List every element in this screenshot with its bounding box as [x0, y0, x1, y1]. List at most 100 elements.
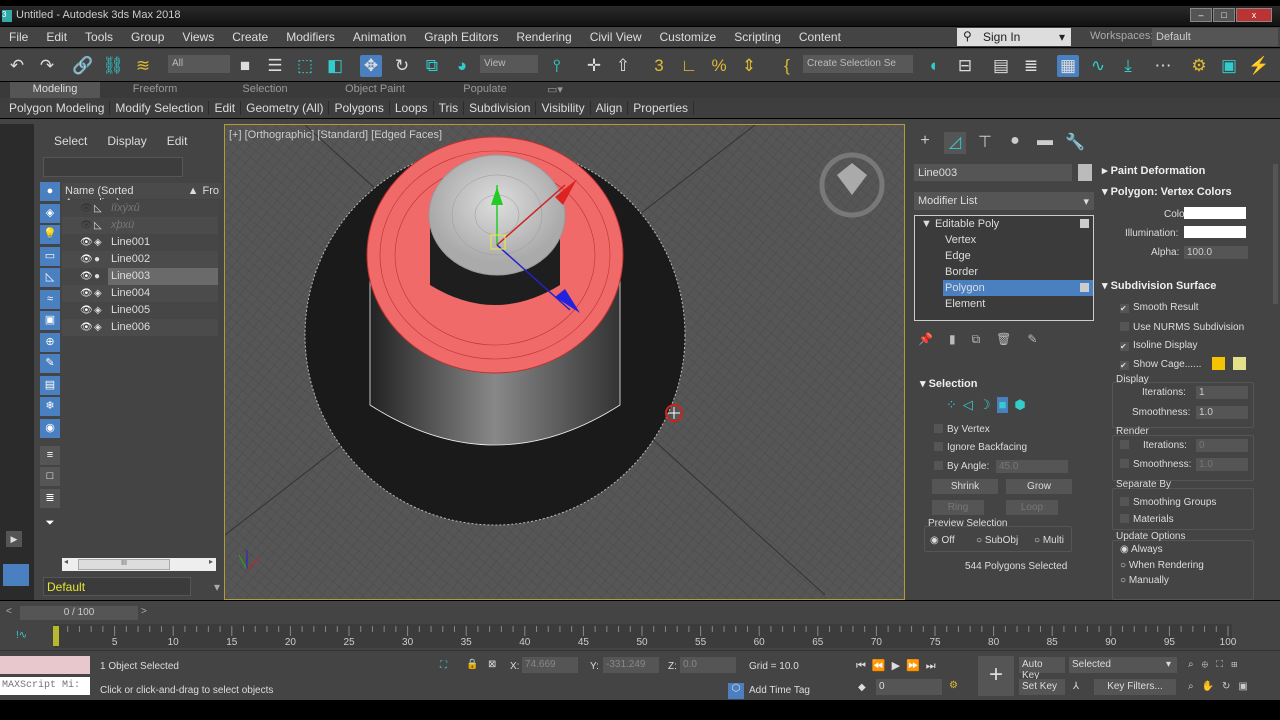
- select-by-name-icon[interactable]: ☰: [264, 55, 286, 77]
- shrink-button[interactable]: Shrink: [932, 479, 998, 494]
- explorer-search-input[interactable]: [43, 157, 183, 177]
- unlink-icon[interactable]: ⛓: [102, 55, 124, 77]
- smoothing-groups-checkbox[interactable]: Smoothing Groups: [1120, 497, 1216, 508]
- viewport-layout-tab[interactable]: [0, 561, 32, 589]
- scene-object-row[interactable]: 👁 ● Line002: [62, 251, 218, 268]
- selection-rollout-header[interactable]: ▾ Selection: [920, 377, 977, 390]
- isolate-selection-icon[interactable]: ⛶: [440, 660, 447, 671]
- display-smoothness-spinner[interactable]: 1.0: [1196, 406, 1248, 419]
- stack-item-edge[interactable]: Edge: [915, 248, 1093, 264]
- menu-modifiers[interactable]: Modifiers: [277, 30, 344, 44]
- tab-freeform[interactable]: Freeform: [100, 82, 210, 98]
- default-in-out-tangents-icon[interactable]: ⅄: [1073, 681, 1079, 692]
- visibility-eye-icon[interactable]: 👁: [80, 288, 94, 299]
- rendered-frame-window-icon[interactable]: ▣: [1218, 55, 1240, 77]
- preview-multi-radio[interactable]: ○ Multi: [1034, 535, 1064, 546]
- scene-object-row[interactable]: 👁 ● Line003: [62, 268, 218, 285]
- panel-align[interactable]: Align: [591, 101, 629, 115]
- snaps-toggle-icon[interactable]: 3: [648, 55, 670, 77]
- containers-filter-icon[interactable]: ▤: [40, 375, 60, 395]
- invert-display-icon[interactable]: ≣: [40, 488, 60, 508]
- absolute-mode-icon[interactable]: ⊠: [488, 659, 496, 670]
- display-tab-icon[interactable]: ▬: [1034, 132, 1056, 154]
- align-icon[interactable]: ⊟: [954, 55, 976, 77]
- cameras-filter-icon[interactable]: ▭: [40, 246, 60, 266]
- by-angle-checkbox[interactable]: By Angle:: [934, 461, 989, 472]
- helpers-filter-icon[interactable]: ◺: [40, 268, 60, 287]
- show-end-result-icon[interactable]: ▮: [949, 332, 956, 347]
- object-color-swatch[interactable]: [1078, 164, 1092, 181]
- command-panel-scrollbar[interactable]: [1273, 164, 1278, 304]
- panel-visibility[interactable]: Visibility: [536, 101, 591, 115]
- key-mode-icon[interactable]: ◆: [858, 682, 866, 693]
- materials-checkbox[interactable]: Materials: [1120, 514, 1174, 525]
- minimize-button[interactable]: –: [1190, 8, 1212, 22]
- modify-tab-icon[interactable]: ◿: [944, 132, 966, 154]
- toggle-ribbon-icon[interactable]: ▦: [1057, 55, 1079, 77]
- object-name-input[interactable]: Line003: [914, 164, 1072, 181]
- geometry-filter-icon[interactable]: ●: [40, 182, 60, 201]
- render-iterations-checkbox[interactable]: Iterations:: [1120, 440, 1187, 451]
- viewport-nav-zoom-icons[interactable]: ⌕⊕⛶⊞: [1188, 659, 1245, 670]
- menu-civil-view[interactable]: Civil View: [581, 30, 651, 44]
- by-vertex-checkbox[interactable]: By Vertex: [934, 424, 990, 435]
- named-selection-dropdown[interactable]: Create Selection Se: [803, 55, 913, 73]
- panel-modify-selection[interactable]: Modify Selection: [110, 101, 210, 115]
- color-swatch[interactable]: [1184, 207, 1246, 219]
- z-coordinate-field[interactable]: 0.0: [680, 657, 736, 673]
- panel-subdivision[interactable]: Subdivision: [464, 101, 537, 115]
- panel-tris[interactable]: Tris: [434, 101, 465, 115]
- viewport-nav-pan-icons[interactable]: ⌕✋↻▣: [1188, 681, 1256, 692]
- menu-graph-editors[interactable]: Graph Editors: [415, 30, 507, 44]
- show-cage-checkbox[interactable]: ✔ Show Cage......: [1120, 359, 1201, 370]
- ring-button[interactable]: Ring: [932, 500, 984, 515]
- border-mode-icon[interactable]: ☽: [979, 397, 991, 413]
- bind-space-warp-icon[interactable]: ≋: [132, 55, 154, 77]
- tab-selection[interactable]: Selection: [210, 82, 320, 98]
- time-tag-icon[interactable]: ⬡: [728, 683, 744, 699]
- add-time-tag-button[interactable]: Add Time Tag: [749, 685, 810, 696]
- scroll-thumb[interactable]: III: [78, 559, 170, 570]
- selection-filter-dropdown[interactable]: All: [168, 55, 230, 73]
- render-production-icon[interactable]: ⚡: [1248, 55, 1270, 77]
- element-mode-icon[interactable]: ⬢: [1014, 397, 1025, 413]
- remove-modifier-icon[interactable]: 🗑: [996, 332, 1011, 347]
- configure-modifier-sets-icon[interactable]: ✎: [1027, 332, 1037, 347]
- render-setup-icon[interactable]: ⚙: [1188, 55, 1210, 77]
- preview-off-radio[interactable]: ◉ Off: [930, 535, 955, 546]
- stack-item-polygon[interactable]: Polygon: [943, 280, 1093, 296]
- hierarchy-tab-icon[interactable]: ⊤: [974, 132, 996, 154]
- menu-customize[interactable]: Customize: [651, 30, 726, 44]
- menu-tools[interactable]: Tools: [76, 30, 122, 44]
- illumination-swatch[interactable]: [1184, 226, 1246, 238]
- menu-views[interactable]: Views: [173, 30, 223, 44]
- edit-named-selection-icon[interactable]: {: [776, 55, 798, 77]
- menu-edit[interactable]: Edit: [37, 30, 76, 44]
- menu-content[interactable]: Content: [790, 30, 850, 44]
- explorer-display-menu[interactable]: Display: [107, 134, 146, 148]
- scene-object-row[interactable]: 👁 ◈ Line006: [62, 319, 218, 336]
- select-and-scale-icon[interactable]: ⧉: [421, 55, 443, 77]
- pivot-center-icon[interactable]: ⫯: [546, 55, 568, 77]
- time-configuration-icon[interactable]: ⚙: [949, 680, 958, 691]
- scene-explorer-icon[interactable]: ▤: [990, 55, 1012, 77]
- visibility-eye-icon[interactable]: 👁: [80, 254, 94, 265]
- hidden-filter-icon[interactable]: ◉: [40, 418, 60, 438]
- selection-lock-icon[interactable]: 🔒: [466, 659, 478, 670]
- update-always-radio[interactable]: ◉ Always: [1120, 544, 1163, 555]
- paint-deformation-rollout-header[interactable]: ▸ Paint Deformation: [1102, 164, 1205, 177]
- tab-object-paint[interactable]: Object Paint: [320, 82, 430, 98]
- x-coordinate-field[interactable]: 74.669: [522, 657, 578, 673]
- current-frame-marker[interactable]: [53, 626, 59, 646]
- display-iterations-spinner[interactable]: 1: [1196, 386, 1248, 399]
- workspace-dropdown[interactable]: Default: [1152, 28, 1278, 46]
- manipulate-icon[interactable]: ✛: [583, 55, 605, 77]
- explorer-horizontal-scrollbar[interactable]: ◂ III ▸: [62, 557, 216, 571]
- menu-scripting[interactable]: Scripting: [725, 30, 790, 44]
- menu-group[interactable]: Group: [122, 30, 173, 44]
- visibility-eye-icon[interactable]: 👁: [80, 220, 94, 231]
- preview-subobj-radio[interactable]: ○ SubObj: [976, 535, 1018, 546]
- key-mode-dropdown[interactable]: Selected ▾: [1069, 657, 1177, 673]
- display-none-icon[interactable]: □: [40, 467, 60, 486]
- polygon-mode-icon[interactable]: ■: [996, 397, 1009, 413]
